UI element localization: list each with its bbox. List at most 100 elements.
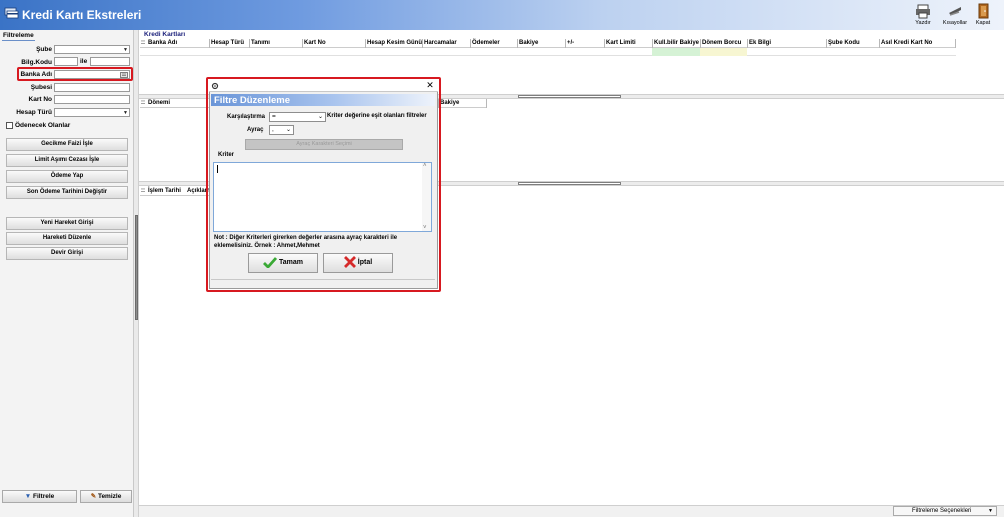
kriter-textarea[interactable] — [213, 162, 432, 232]
eraser-icon: ✎ — [90, 493, 98, 500]
iptal-button[interactable]: İptal — [323, 253, 393, 273]
odeme-yap-button[interactable]: Ödeme Yap — [6, 170, 128, 183]
karsilastirma-select[interactable]: = ⌄ — [269, 112, 326, 122]
kull-bakiye-cell — [652, 48, 700, 56]
col-donemi[interactable]: Dönemi — [148, 100, 170, 106]
col-kull-bakiye[interactable]: Kull.bilir Bakiye — [654, 40, 699, 46]
status-bar — [139, 505, 1004, 517]
splitter-grip[interactable] — [518, 95, 621, 98]
col-divider — [517, 39, 518, 48]
limit-asimi-button[interactable]: Limit Aşımı Cezası İşle — [6, 154, 128, 167]
col-divider — [302, 39, 303, 48]
sube-label: Şube — [36, 46, 52, 53]
dialog-caption-bar[interactable] — [209, 80, 438, 92]
col-ek-bilgi[interactable]: Ek Bilgi — [749, 40, 771, 46]
col-divider — [365, 39, 366, 48]
col-divider — [700, 39, 701, 48]
hesapturu-label: Hesap Türü — [16, 109, 52, 116]
col-divider — [486, 99, 487, 108]
banka-label: Banka Adı — [20, 71, 52, 78]
col-hesap-kesim-gunu[interactable]: Hesap Kesim Günü — [367, 40, 422, 46]
chevron-down-icon: ▼ — [123, 47, 128, 53]
col-harcamalar[interactable]: Harcamalar — [424, 40, 457, 46]
checkmark-icon — [263, 256, 278, 269]
filtrele-button[interactable]: ▼ Filtrele — [2, 490, 77, 503]
splitter-grip[interactable] — [135, 215, 138, 320]
col-banka-adi[interactable]: Banka Adı — [148, 40, 177, 46]
col-divider — [879, 39, 880, 48]
close-icon[interactable]: ✕ — [425, 80, 435, 91]
donem-borcu-cell — [700, 48, 747, 56]
col-donem-borcu[interactable]: Dönem Borcu — [702, 40, 741, 46]
close-window-button[interactable]: Kapat — [968, 2, 998, 29]
chevron-down-icon: ⌄ — [285, 127, 291, 133]
hareket-duzenle-button[interactable]: Hareketi Düzenle — [6, 232, 128, 245]
table-row[interactable] — [140, 48, 956, 56]
col-divider — [747, 39, 748, 48]
scroll-up-icon[interactable]: ˄ — [423, 163, 427, 169]
temizle-button[interactable]: ✎ Temizle — [80, 490, 132, 503]
col-bakiye[interactable]: Bakiye — [519, 40, 538, 46]
col-hesap-turu[interactable]: Hesap Türü — [211, 40, 244, 46]
grid-indicator: :: — [141, 188, 145, 194]
kriter-scrollbar[interactable]: ˄ ˅ — [422, 163, 431, 231]
devir-girisi-button[interactable]: Devir Girişi — [6, 247, 128, 260]
splitter-grip[interactable] — [518, 182, 621, 185]
odenecek-label: Ödenecek Olanlar — [15, 122, 71, 129]
odenecek-checkbox[interactable] — [6, 122, 13, 129]
col-odemeler[interactable]: Ödemeler — [472, 40, 500, 46]
col-divider — [470, 39, 471, 48]
scroll-down-icon[interactable]: ˅ — [423, 225, 427, 231]
kartno-label: Kart No — [28, 96, 52, 103]
hesapturu-select[interactable]: ▼ — [54, 108, 130, 117]
col-asil-kart-no[interactable]: Asıl Kredi Kart No — [881, 40, 932, 46]
cancel-x-icon — [343, 256, 356, 269]
chevron-down-icon: ⌄ — [317, 114, 323, 120]
col-kart-limiti[interactable]: Kart Limiti — [606, 40, 636, 46]
shortcuts-label: Kısayollar — [942, 20, 968, 26]
col-divider — [565, 39, 566, 48]
son-odeme-button[interactable]: Son Ödeme Tarihini Değiştir — [6, 186, 128, 199]
iptal-label: İptal — [357, 259, 373, 266]
window-title: Kredi Kartı Ekstreleri — [22, 8, 142, 22]
subesi-input[interactable] — [54, 83, 130, 92]
col-sube-kodu[interactable]: Şube Kodu — [828, 40, 860, 46]
bilgkodu-from-input[interactable] — [54, 57, 78, 66]
lookup-icon[interactable] — [120, 72, 128, 78]
yeni-hareket-button[interactable]: Yeni Hareket Girişi — [6, 217, 128, 230]
bilgkodu-label: Bilg.Kodu — [21, 59, 52, 66]
bilgkodu-to-input[interactable] — [90, 57, 130, 66]
funnel-icon: ▼ — [24, 493, 33, 500]
tab-filtreleme[interactable]: Filtreleme — [3, 32, 34, 39]
col-divider — [422, 39, 423, 48]
tamam-button[interactable]: Tamam — [248, 253, 318, 273]
banka-input[interactable] — [54, 70, 130, 79]
print-button[interactable]: Yazdır — [908, 2, 938, 29]
chevron-down-icon: ▼ — [988, 508, 993, 514]
filter-options-label: Filtreleme Seçenekleri — [912, 508, 972, 514]
kartno-input[interactable] — [54, 95, 130, 104]
col-tanimi[interactable]: Tanımı — [251, 40, 270, 46]
sube-select[interactable]: ▼ — [54, 45, 130, 54]
print-label: Yazdır — [915, 20, 931, 26]
tab-underline — [2, 40, 35, 41]
col-divider — [604, 39, 605, 48]
filter-options-dropdown[interactable]: Filtreleme Seçenekleri ▼ — [893, 506, 997, 516]
ayrac-secimi-button[interactable]: Ayraç Karakteri Seçimi — [245, 139, 403, 150]
col-divider — [209, 39, 210, 48]
col-islem-tarihi[interactable]: İşlem Tarihi — [148, 188, 181, 194]
col-donem-bakiye[interactable]: Bakiye — [440, 100, 459, 106]
close-label: Kapat — [975, 20, 991, 26]
kredi-kartlari-title: Kredi Kartları — [144, 31, 186, 38]
dialog-title: Filtre Düzenleme — [214, 95, 291, 106]
col-kart-no[interactable]: Kart No — [304, 40, 326, 46]
shortcuts-button[interactable]: Kısayollar — [940, 2, 970, 29]
gecikme-faizi-button[interactable]: Gecikme Faizi İşle — [6, 138, 128, 151]
col-plus-minus[interactable]: +/- — [567, 40, 574, 46]
dialog-note: Not : Diğer Kriterleri girerken değerler… — [214, 235, 398, 249]
ayrac-label: Ayraç — [247, 127, 264, 133]
grid-indicator: :: — [141, 100, 145, 106]
text-cursor — [217, 165, 218, 173]
ayrac-select[interactable]: , ⌄ — [269, 125, 294, 135]
dialog-divider — [211, 279, 435, 280]
